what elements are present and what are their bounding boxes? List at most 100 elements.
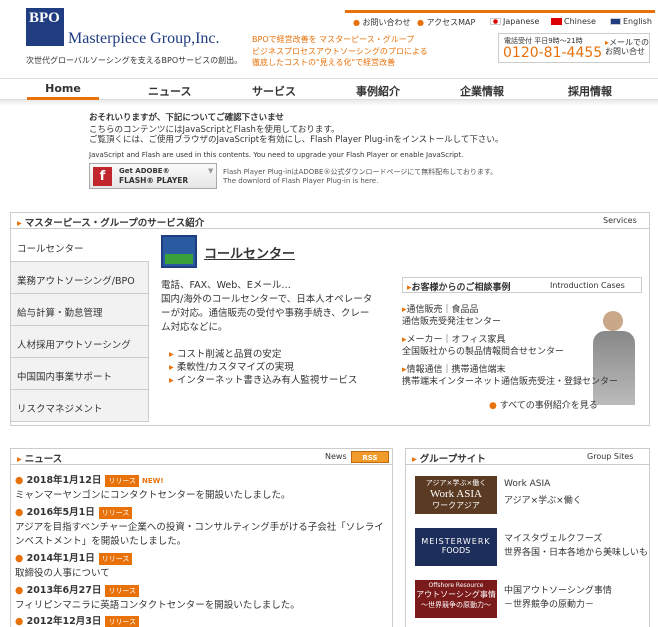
arrow-icon: ▸ xyxy=(169,375,174,386)
work-asia-banner[interactable]: アジア×学ぶ×働く Work ASIA ワークアジア xyxy=(415,476,497,514)
arrow-icon: ● xyxy=(417,18,424,27)
japan-flag-icon xyxy=(490,18,501,25)
news-date: ● 2012年12月3日 リリース xyxy=(15,613,140,627)
news-date-text: 2012年12月3日 xyxy=(26,616,102,627)
company-name[interactable]: Masterpiece Group,Inc. xyxy=(68,30,220,48)
tab-recruiting[interactable]: 人材採用アウトソーシング xyxy=(11,326,149,358)
news-date-text: 2018年1月12日 xyxy=(26,475,102,486)
example-body[interactable]: 携帯端末インターネット通信販売受注・登録センター xyxy=(402,374,618,387)
mail-contact-link[interactable]: ▸メールでのお問い合せ xyxy=(605,38,651,56)
main-nav: Home ニュース サービス 事例紹介 企業情報 採用情報 xyxy=(0,78,658,100)
nav-services[interactable]: サービス xyxy=(252,83,296,99)
group-site-desc: アジア×学ぶ×働く xyxy=(504,496,582,506)
release-badge: リリース xyxy=(105,615,140,627)
flash-note-2[interactable]: The downlord of Flash Player Plug-in is … xyxy=(223,177,378,185)
group-header: ▸ グループサイト Group Sites xyxy=(406,449,649,465)
group-site-desc: 世界各国・日本各地から美味しいも xyxy=(504,548,649,558)
notice-line-4: JavaScript and Flash are used in this co… xyxy=(89,151,464,159)
tel-box[interactable]: 電話受付 平日9時～21時 0120-81-4455 ▸メールでのお問い合せ xyxy=(498,33,650,63)
get-flash-player-button[interactable]: f Get ADOBE® FLASH® PLAYER ▼ xyxy=(89,163,217,189)
tab-payroll[interactable]: 給与計算・勤怠管理 xyxy=(11,294,149,326)
news-date: ● 2018年1月12日 リリース NEW! xyxy=(15,472,164,487)
group-site-name[interactable]: マイスタヴェルクフーズ xyxy=(504,531,602,544)
service-desc-4: ム対応などに。 xyxy=(161,322,228,333)
english-link[interactable]: English xyxy=(610,17,652,26)
tab-china-support[interactable]: 中国国内事業サポート xyxy=(11,358,149,390)
japanese-link[interactable]: Japanese xyxy=(490,17,539,26)
news-item-text[interactable]: 取締役の人事について xyxy=(15,565,110,579)
services-sub: Services xyxy=(603,216,637,225)
news-date: ● 2013年6月27日 リリース xyxy=(15,582,140,597)
logo-mark[interactable]: BPO xyxy=(26,8,64,46)
news-item-text[interactable]: アジアを目指すベンチャー企業への投資・コンサルティング手がける子会社「ソレライ xyxy=(15,519,384,533)
group-site-name[interactable]: 中国アウトソーシング事情 xyxy=(504,583,612,596)
china-outsourcing-banner[interactable]: Offshore Resource アウトソーシング事情 ～世界競争の原動力～ xyxy=(415,580,497,618)
group-site-desc: －世界競争の原動力－ xyxy=(504,600,595,610)
nav-news[interactable]: ニュース xyxy=(148,83,191,99)
release-badge: リリース xyxy=(105,584,140,597)
news-sub: News xyxy=(325,452,347,461)
contact-link-label: お問い合わせ xyxy=(362,18,411,27)
news-section: ▸ ニュース News RSS ● 2018年1月12日 リリース NEW! ミャンマ… xyxy=(10,448,393,627)
tab-call-center[interactable]: コールセンター xyxy=(11,230,149,262)
group-site-name[interactable]: Work ASIA xyxy=(504,479,550,489)
service-bullet: ▸ 柔軟性/カスタマイズの実現 xyxy=(169,359,294,373)
examples-sub: Introduction Cases xyxy=(550,281,625,290)
nav-recruit[interactable]: 採用情報 xyxy=(568,83,612,99)
arrow-icon: ● xyxy=(15,553,24,564)
examples-title: ▸お客様からのご相談事例 xyxy=(407,280,511,293)
service-bullet-text: インターネット書き込み有人監視サービス xyxy=(176,375,358,386)
release-badge: リリース xyxy=(98,552,133,565)
arrow-icon: ▸ xyxy=(17,218,22,229)
tel-number: 0120-81-4455 xyxy=(503,45,603,61)
services-section: ▸ マスターピース・グループのサービス紹介 Services コールセンター 業務… xyxy=(10,212,650,426)
group-title-text: グループサイト xyxy=(419,454,486,465)
news-date-text: 2016年5月1日 xyxy=(26,507,95,518)
flash-icon: f xyxy=(93,167,112,186)
tab-risk-management[interactable]: リスクマネジメント xyxy=(11,390,149,422)
contact-link[interactable]: ● お問い合わせ xyxy=(353,17,411,28)
news-item-text[interactable]: ミャンマーヤンゴンにコンタクトセンターを開設いたしました。 xyxy=(15,487,291,501)
logo-mark-text: BPO xyxy=(29,10,60,26)
news-item-text[interactable]: フィリピンマニラに英語コンタクトセンターを開設いたしました。 xyxy=(15,597,300,611)
meisterwerk-banner[interactable]: MEISTERWERK FOODS xyxy=(415,528,497,566)
service-tabs: コールセンター 業務アウトソーシング/BPO 給与計算・勤怠管理 人材採用アウト… xyxy=(11,230,149,422)
flash-get-label: Get ADOBE® xyxy=(119,167,170,175)
service-panel-title[interactable]: コールセンター xyxy=(204,243,295,262)
rss-button[interactable]: RSS xyxy=(351,451,389,463)
example-body[interactable]: 通信販売受発注センター xyxy=(402,314,501,327)
examples-more-link[interactable]: ● すべての事例紹介を見る xyxy=(489,398,598,411)
service-desc-3: ーが対応。通信販売の受付や事務手続き、クレー xyxy=(161,308,370,319)
page: BPO Masterpiece Group,Inc. 次世代グローバルソーシング… xyxy=(0,0,658,627)
nav-cases[interactable]: 事例紹介 xyxy=(356,83,400,99)
news-date-text: 2013年6月27日 xyxy=(26,585,102,596)
news-header: ▸ ニュース News RSS xyxy=(11,449,392,465)
news-date-text: 2014年1月1日 xyxy=(26,553,95,564)
tab-bpo[interactable]: 業務アウトソーシング/BPO xyxy=(11,262,149,294)
catch-line-2: ビジネスプロセスアウトソーシングのプロによる xyxy=(252,47,428,56)
banner-top-text: MEISTERWERK xyxy=(421,537,491,546)
examples-header: ▸お客様からのご相談事例 Introduction Cases xyxy=(402,277,642,293)
notice-heading: おそれいりますが、下記についてご確認下さいませ xyxy=(89,113,284,123)
release-badge: リリース xyxy=(98,506,133,519)
access-link-label: アクセスMAP xyxy=(426,18,476,27)
access-link[interactable]: ● アクセスMAP xyxy=(417,17,475,28)
banner-bot-text: ～世界競争の原動力～ xyxy=(421,601,491,609)
english-link-label: English xyxy=(623,17,652,26)
news-item-text[interactable]: ンベストメント」を開設いたしました。 xyxy=(15,533,186,547)
banner-bot-text: ワークアジア xyxy=(432,501,480,510)
top-links: ● お問い合わせ ● アクセスMAP Japanese Chinese Engl… xyxy=(345,10,655,28)
call-center-image xyxy=(161,235,197,268)
group-sub: Group Sites xyxy=(587,452,634,461)
news-title-text: ニュース xyxy=(24,454,63,465)
release-badge: リリース xyxy=(105,474,140,487)
examples-title-text: お客様からのご相談事例 xyxy=(411,283,511,293)
nav-home[interactable]: Home xyxy=(27,82,99,100)
service-desc-2: 国内/海外のコールセンターで、日本人オペレータ xyxy=(161,294,373,305)
news-date: ● 2016年5月1日 リリース xyxy=(15,504,133,519)
example-body[interactable]: 全国販社からの製品情報問合せセンター xyxy=(402,344,564,357)
nav-company[interactable]: 企業情報 xyxy=(460,83,504,99)
chinese-link[interactable]: Chinese xyxy=(551,17,596,26)
flash-player-label: FLASH® PLAYER xyxy=(119,176,189,185)
group-sites-section: ▸ グループサイト Group Sites アジア×学ぶ×働く Work ASIA… xyxy=(405,448,650,627)
